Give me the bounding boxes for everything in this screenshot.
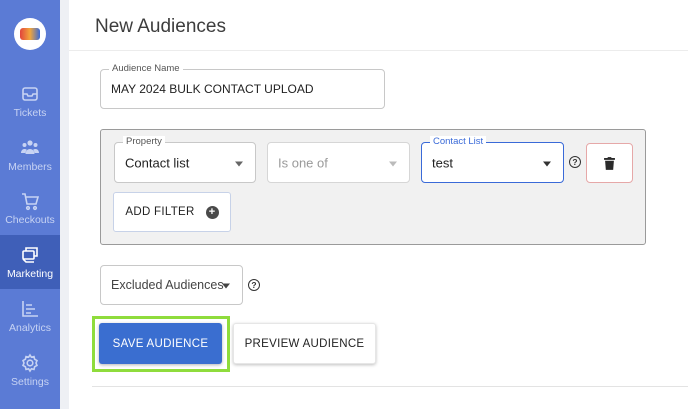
preview-audience-label: PREVIEW AUDIENCE bbox=[244, 337, 365, 350]
sidebar-item-members[interactable]: Members bbox=[0, 128, 60, 182]
sidebar-item-label: Analytics bbox=[8, 321, 51, 334]
save-audience-label: SAVE AUDIENCE bbox=[112, 337, 209, 350]
sidebar-item-marketing[interactable]: Marketing bbox=[0, 235, 60, 289]
sidebar-item-label: Marketing bbox=[6, 267, 54, 280]
chevron-down-icon bbox=[235, 161, 243, 166]
excluded-audiences-value: Excluded Audiences bbox=[111, 278, 224, 292]
property-select[interactable]: Property Contact list bbox=[114, 136, 256, 183]
trash-icon bbox=[604, 157, 615, 170]
sidebar-item-checkouts[interactable]: Checkouts bbox=[0, 181, 60, 235]
logo-mark bbox=[20, 28, 40, 40]
plus-circle-icon: + bbox=[205, 205, 219, 219]
marketing-icon bbox=[22, 246, 38, 263]
chevron-down-icon bbox=[543, 161, 551, 166]
sidebar-divider bbox=[60, 0, 69, 409]
audience-name-field[interactable]: Audience Name MAY 2024 BULK CONTACT UPLO… bbox=[100, 63, 385, 109]
help-icon[interactable]: ? bbox=[248, 279, 260, 291]
settings-icon bbox=[21, 353, 39, 372]
sidebar-item-analytics[interactable]: Analytics bbox=[0, 289, 60, 343]
sidebar-item-tickets[interactable]: Tickets bbox=[0, 74, 60, 128]
tickets-icon bbox=[22, 86, 38, 101]
audience-name-label: Audience Name bbox=[109, 63, 183, 74]
operator-select[interactable]: Is one of bbox=[267, 142, 410, 183]
preview-audience-button[interactable]: PREVIEW AUDIENCE bbox=[233, 323, 376, 364]
chevron-down-icon bbox=[389, 161, 397, 166]
chevron-down-icon bbox=[222, 283, 230, 289]
help-icon[interactable]: ? bbox=[569, 156, 581, 168]
contact-list-label: Contact List bbox=[430, 136, 487, 147]
contact-list-select[interactable]: Contact List test bbox=[421, 136, 564, 183]
page-title: New Audiences bbox=[95, 16, 226, 37]
excluded-audiences-select[interactable]: Excluded Audiences bbox=[100, 265, 243, 305]
sidebar: Tickets Members Checkouts Marketing Anal… bbox=[0, 0, 60, 409]
save-audience-button[interactable]: SAVE AUDIENCE bbox=[99, 323, 222, 364]
sidebar-item-label: Settings bbox=[11, 375, 49, 388]
title-divider bbox=[69, 50, 688, 51]
analytics-icon bbox=[22, 300, 38, 317]
property-label: Property bbox=[123, 136, 165, 147]
members-icon bbox=[21, 139, 39, 154]
sidebar-item-label: Members bbox=[8, 160, 52, 173]
delete-filter-button[interactable] bbox=[586, 143, 633, 183]
sidebar-item-label: Checkouts bbox=[5, 213, 55, 226]
operator-value: Is one of bbox=[278, 155, 328, 170]
sidebar-item-label: Tickets bbox=[13, 106, 47, 119]
property-value: Contact list bbox=[125, 155, 190, 170]
cart-icon bbox=[22, 192, 40, 210]
company-logo[interactable] bbox=[14, 18, 46, 50]
add-filter-label: ADD FILTER bbox=[125, 206, 195, 218]
contact-list-value: test bbox=[432, 155, 453, 170]
sidebar-item-settings[interactable]: Settings bbox=[0, 343, 60, 397]
footer-divider bbox=[92, 386, 688, 387]
audience-name-value: MAY 2024 BULK CONTACT UPLOAD bbox=[111, 82, 314, 96]
add-filter-button[interactable]: ADD FILTER + bbox=[113, 192, 231, 232]
